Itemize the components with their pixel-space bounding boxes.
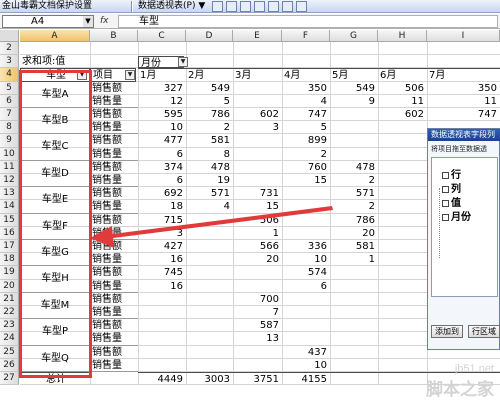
watermark-site: jb51.net [454,363,494,375]
panel-hint: 将项目拖至数据透 [431,145,487,153]
field-label: 月份 [451,212,471,223]
checkbox-icon[interactable] [442,171,449,179]
area-select-dropdown[interactable]: 行区域 [468,325,500,338]
add-to-button[interactable]: 添加到 [431,325,463,338]
panel-title: 数据透视表字段列 [428,129,500,141]
field-item-row[interactable]: 行 [442,166,461,181]
pivot-field-list-panel: 数据透视表字段列 将项目拖至数据透 行 列 值 月份 添加到 行区域 [427,128,500,350]
tree-line [439,188,440,258]
arrow-annotation [90,206,333,248]
field-item-column[interactable]: 列 [442,180,461,195]
arrow-shaft [97,206,333,240]
checkbox-icon[interactable] [442,213,449,221]
watermark: jb51.net 脚本之家 [426,363,494,400]
field-item-month[interactable]: 月份 [442,208,471,223]
checkbox-icon[interactable] [442,185,449,193]
watermark-brand: 脚本之家 [426,380,494,400]
field-item-value[interactable]: 值 [442,194,461,209]
checkbox-icon[interactable] [442,199,449,207]
field-list-box: 行 列 值 月份 [431,157,498,297]
arrow-head [90,226,114,248]
